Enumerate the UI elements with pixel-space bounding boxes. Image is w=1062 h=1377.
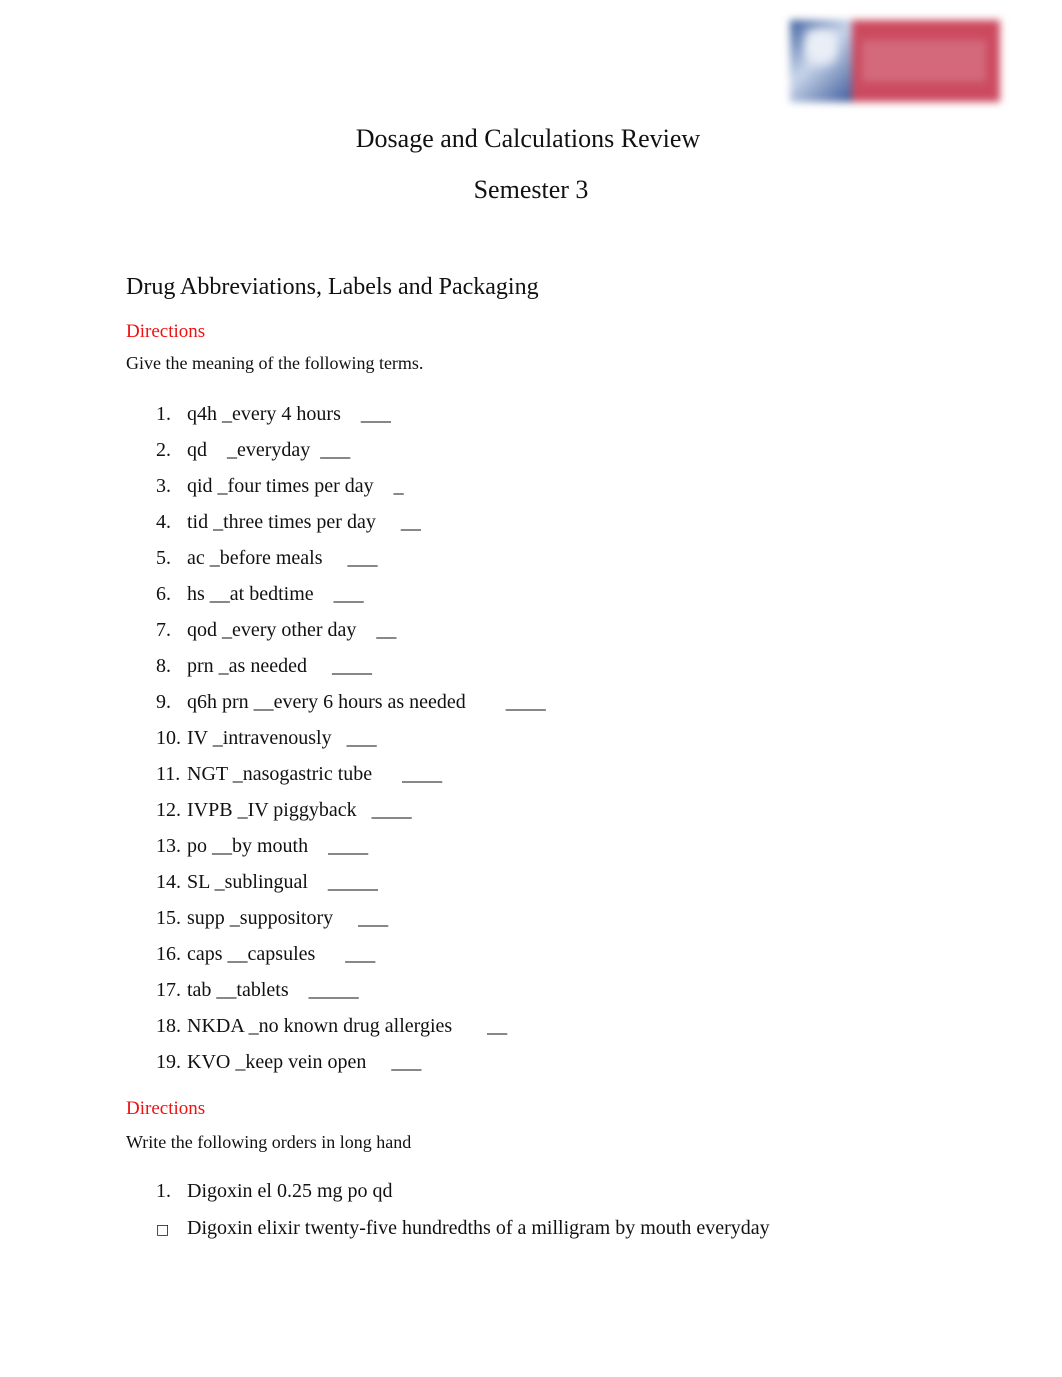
term-number: 1.: [156, 403, 171, 425]
answer-text: Digoxin elixir twenty-five hundredths of…: [187, 1217, 770, 1239]
term-number: 3.: [156, 475, 171, 497]
term-item: 13. po __by mouth ____: [156, 832, 546, 868]
term-item: 8. prn _as needed ____: [156, 652, 546, 688]
term-text: qd _everyday ___: [187, 439, 351, 461]
term-text: po __by mouth ____: [187, 835, 369, 857]
term-text: NGT _nasogastric tube ____: [187, 763, 443, 785]
term-item: 15. supp _suppository ___: [156, 904, 546, 940]
institution-logo: [790, 20, 1000, 102]
term-number: 12.: [156, 799, 181, 821]
directions-label-2: Directions: [126, 1098, 206, 1119]
term-text: qid _four times per day _: [187, 475, 404, 497]
document-subtitle: Semester 3: [473, 175, 589, 204]
term-item: 11. NGT _nasogastric tube ____: [156, 760, 546, 796]
order-text: Digoxin el 0.25 mg po qd: [187, 1180, 393, 1202]
term-text: SL _sublingual _____: [187, 871, 378, 893]
term-number: 17.: [156, 979, 181, 1001]
term-text: hs __at bedtime ___: [187, 583, 364, 605]
term-text: ac _before meals ___: [187, 547, 378, 569]
term-number: 14.: [156, 871, 181, 893]
bullet-icon: □: [156, 1222, 170, 1238]
document-title: Dosage and Calculations Review: [355, 124, 701, 153]
term-text: supp _suppository ___: [187, 907, 389, 929]
term-number: 13.: [156, 835, 181, 857]
term-number: 11.: [156, 763, 181, 785]
term-number: 7.: [156, 619, 171, 641]
term-number: 5.: [156, 547, 171, 569]
term-text: qod _every other day __: [187, 619, 397, 641]
term-text: tab __tablets _____: [187, 979, 359, 1001]
term-number: 2.: [156, 439, 171, 461]
section-heading: Drug Abbreviations, Labels and Packaging: [126, 274, 539, 300]
term-item: 3. qid _four times per day _: [156, 472, 546, 508]
term-text: tid _three times per day __: [187, 511, 421, 533]
term-number: 4.: [156, 511, 171, 533]
answer-item: □ Digoxin elixir twenty-five hundredths o…: [156, 1214, 770, 1251]
term-item: 5. ac _before meals ___: [156, 544, 546, 580]
term-text: NKDA _no known drug allergies __: [187, 1015, 508, 1037]
term-text: q6h prn __every 6 hours as needed ____: [187, 691, 546, 713]
term-text: prn _as needed ____: [187, 655, 372, 677]
term-item: 17. tab __tablets _____: [156, 976, 546, 1012]
term-item: 14. SL _sublingual _____: [156, 868, 546, 904]
term-number: 16.: [156, 943, 181, 965]
term-item: 2. qd _everyday ___: [156, 436, 546, 472]
term-number: 9.: [156, 691, 171, 713]
term-item: 19. KVO _keep vein open ___: [156, 1048, 546, 1084]
term-text: caps __capsules ___: [187, 943, 376, 965]
term-text: IV _intravenously ___: [187, 727, 377, 749]
term-item: 16. caps __capsules ___: [156, 940, 546, 976]
term-item: 18. NKDA _no known drug allergies __: [156, 1012, 546, 1048]
term-text: q4h _every 4 hours ___: [187, 403, 391, 425]
term-number: 18.: [156, 1015, 181, 1037]
term-number: 19.: [156, 1051, 181, 1073]
term-item: 6. hs __at bedtime ___: [156, 580, 546, 616]
term-number: 6.: [156, 583, 171, 605]
instruction-1: Give the meaning of the following terms.: [126, 353, 424, 373]
instruction-2: Write the following orders in long hand: [126, 1132, 412, 1152]
term-item: 9. q6h prn __every 6 hours as needed ____: [156, 688, 546, 724]
term-item: 1. q4h _every 4 hours ___: [156, 400, 546, 436]
logo-wordmark: [852, 20, 1000, 102]
directions-label-1: Directions: [126, 321, 206, 342]
term-number: 8.: [156, 655, 171, 677]
term-item: 4. tid _three times per day __: [156, 508, 546, 544]
order-number: 1.: [156, 1180, 171, 1202]
term-item: 10. IV _intravenously ___: [156, 724, 546, 760]
abbreviation-list: 1. q4h _every 4 hours ___ 2. qd _everyday _…: [156, 400, 546, 1084]
logo-emblem: [790, 20, 852, 102]
term-number: 15.: [156, 907, 181, 929]
order-list: 1. Digoxin el 0.25 mg po qd □ Digoxin elix…: [156, 1177, 770, 1251]
term-text: IVPB _IV piggyback ____: [187, 799, 412, 821]
term-item: 7. qod _every other day __: [156, 616, 546, 652]
term-item: 12. IVPB _IV piggyback ____: [156, 796, 546, 832]
term-number: 10.: [156, 727, 181, 749]
term-text: KVO _keep vein open ___: [187, 1051, 422, 1073]
order-item: 1. Digoxin el 0.25 mg po qd: [156, 1177, 770, 1214]
